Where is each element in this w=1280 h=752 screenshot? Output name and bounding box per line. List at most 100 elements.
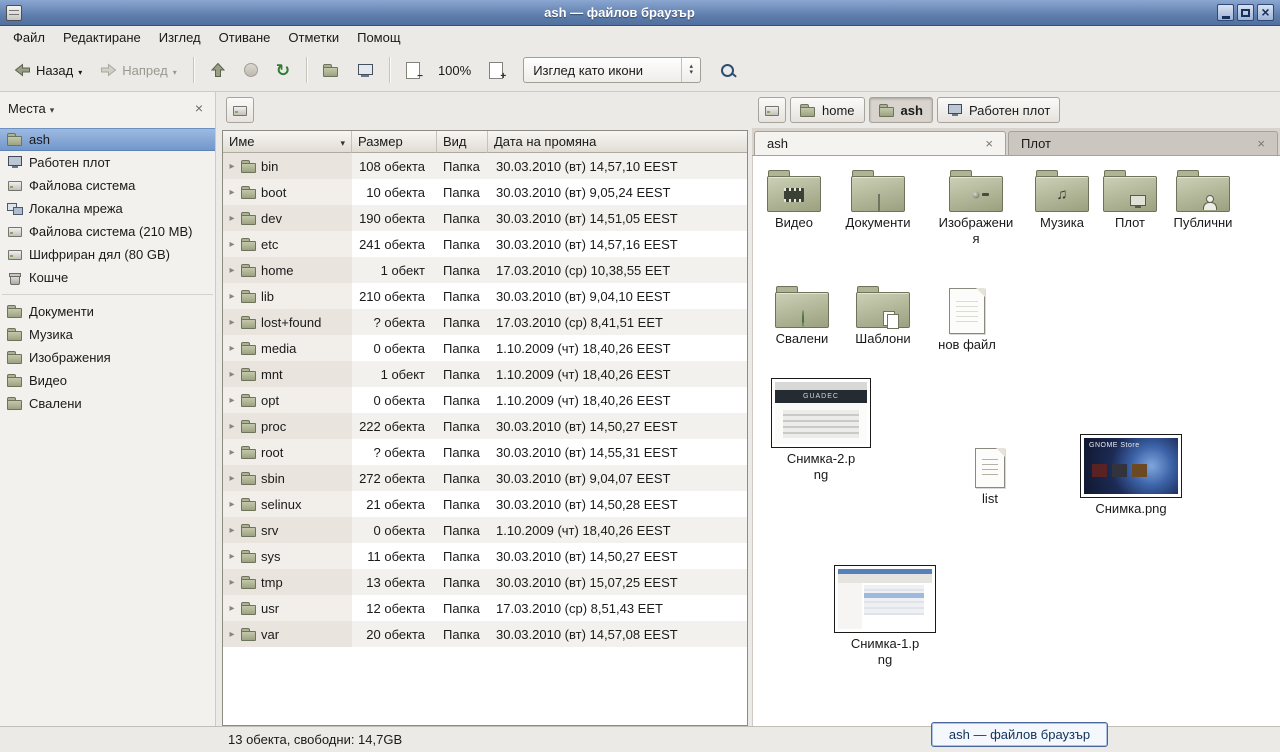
expander-icon[interactable] [227,551,237,562]
icon-canvas[interactable]: Видео Документи Изображения Музика [752,156,1280,726]
expander-icon[interactable] [227,239,237,250]
places-selector[interactable]: Места [8,101,46,116]
pathbar-desktop-button[interactable]: Работен плот [937,97,1060,123]
sidebar-close-button[interactable] [191,100,207,116]
folder-desktop[interactable]: Плот [1092,170,1168,231]
expander-icon[interactable] [227,629,237,640]
file-row[interactable]: sys 11 обекта Папка 30.03.2010 (вт) 14,5… [223,543,747,569]
sidebar-item-downloads[interactable]: Свалени [0,392,215,415]
view-mode-select[interactable]: Изглед като икони [523,57,701,83]
expander-icon[interactable] [227,369,237,380]
file-row[interactable]: root ? обекта Папка 30.03.2010 (вт) 14,5… [223,439,747,465]
sidebar-item-trash[interactable]: Кошче [0,266,215,289]
file-row[interactable]: home 1 обект Папка 17.03.2010 (ср) 10,38… [223,257,747,283]
maximize-button[interactable] [1237,4,1254,21]
file-row[interactable]: lib 210 обекта Папка 30.03.2010 (вт) 9,0… [223,283,747,309]
file-new-file[interactable]: нов файл [929,288,1005,353]
sidebar-item-music[interactable]: Музика [0,323,215,346]
pathbar-home-button[interactable]: home [790,97,865,123]
expander-icon[interactable] [227,343,237,354]
pathbar-filesystem-button[interactable] [758,97,786,123]
column-header-size[interactable]: Размер [352,131,437,153]
file-row[interactable]: sbin 272 обекта Папка 30.03.2010 (вт) 9,… [223,465,747,491]
expander-icon[interactable] [227,395,237,406]
sidebar-item-network[interactable]: Локална мрежа [0,197,215,220]
zoom-in-button[interactable]: + [481,55,511,85]
expander-icon[interactable] [227,317,237,328]
folder-music[interactable]: Музика [1024,170,1100,231]
sidebar-item-documents[interactable]: Документи [0,300,215,323]
menu-edit[interactable]: Редактиране [54,28,150,47]
file-row[interactable]: mnt 1 обект Папка 1.10.2009 (чт) 18,40,2… [223,361,747,387]
folder-downloads[interactable]: Свалени [764,286,840,347]
menu-go[interactable]: Отиване [210,28,280,47]
folder-documents[interactable]: Документи [840,170,916,231]
column-header-name[interactable]: Име [223,131,352,153]
folder-templates[interactable]: Шаблони [845,286,921,347]
sidebar-item-desktop[interactable]: Работен плот [0,151,215,174]
sidebar-item-pictures[interactable]: Изображения [0,346,215,369]
tab-ash[interactable]: ash [754,131,1006,155]
reload-button[interactable]: ↻ [268,55,298,85]
search-button[interactable] [713,55,742,85]
menu-view[interactable]: Изглед [150,28,210,47]
back-history-arrow-icon[interactable] [78,63,82,78]
column-header-date[interactable]: Дата на промяна [488,131,747,153]
tab-close-icon[interactable] [1249,136,1265,151]
folder-video[interactable]: Видео [756,170,832,231]
minimize-button[interactable] [1217,4,1234,21]
expander-icon[interactable] [227,473,237,484]
expander-icon[interactable] [227,421,237,432]
sidebar-item-video[interactable]: Видео [0,369,215,392]
expander-icon[interactable] [227,525,237,536]
expander-icon[interactable] [227,447,237,458]
file-snimka-2-png[interactable]: GUADEC Снимка-2.png [771,378,871,482]
sidebar-item-encrypted-80gb[interactable]: Шифриран дял (80 GB) [0,243,215,266]
up-button[interactable] [202,55,234,85]
file-row[interactable]: proc 222 обекта Папка 30.03.2010 (вт) 14… [223,413,747,439]
close-button[interactable] [1257,4,1274,21]
file-row[interactable]: media 0 обекта Папка 1.10.2009 (чт) 18,4… [223,335,747,361]
column-header-type[interactable]: Вид [437,131,488,153]
file-row[interactable]: opt 0 обекта Папка 1.10.2009 (чт) 18,40,… [223,387,747,413]
expander-icon[interactable] [227,187,237,198]
file-row[interactable]: bin 108 обекта Папка 30.03.2010 (вт) 14,… [223,153,747,179]
file-row[interactable]: etc 241 обекта Папка 30.03.2010 (вт) 14,… [223,231,747,257]
folder-public[interactable]: Публични [1165,170,1241,231]
file-list-document[interactable]: list [952,448,1028,507]
computer-button[interactable] [349,55,381,85]
file-row[interactable]: selinux 21 обекта Папка 30.03.2010 (вт) … [223,491,747,517]
tab-plot[interactable]: Плот [1008,131,1278,155]
taskbar-window-button[interactable]: ash — файлов браузър [931,722,1108,747]
expander-icon[interactable] [227,291,237,302]
file-row[interactable]: boot 10 обекта Папка 30.03.2010 (вт) 9,0… [223,179,747,205]
expander-icon[interactable] [227,499,237,510]
pathbar-ash-button[interactable]: ash [869,97,933,123]
sidebar-item-filesystem[interactable]: Файлова система [0,174,215,197]
expander-icon[interactable] [227,603,237,614]
menu-file[interactable]: Файл [4,28,54,47]
titlebar[interactable]: ash — файлов браузър [0,0,1280,26]
file-row[interactable]: tmp 13 обекта Папка 30.03.2010 (вт) 15,0… [223,569,747,595]
places-caret-icon[interactable] [50,101,55,116]
forward-button[interactable]: Напред [92,55,184,85]
file-row[interactable]: usr 12 обекта Папка 17.03.2010 (ср) 8,51… [223,595,747,621]
file-row[interactable]: srv 0 обекта Папка 1.10.2009 (чт) 18,40,… [223,517,747,543]
folder-pictures[interactable]: Изображения [938,170,1014,246]
menu-help[interactable]: Помощ [348,28,409,47]
file-snimka-1-png[interactable]: Снимка-1.png [835,565,935,667]
back-button[interactable]: Назад [6,55,90,85]
stop-button[interactable] [236,55,266,85]
sidebar-item-filesystem-210mb[interactable]: Файлова система (210 MB) [0,220,215,243]
tab-close-icon[interactable] [977,136,993,151]
expander-icon[interactable] [227,265,237,276]
file-row[interactable]: dev 190 обекта Папка 30.03.2010 (вт) 14,… [223,205,747,231]
expander-icon[interactable] [227,577,237,588]
expander-icon[interactable] [227,213,237,224]
pathbar-root-button[interactable] [226,97,254,123]
file-row[interactable]: lost+found ? обекта Папка 17.03.2010 (ср… [223,309,747,335]
menu-bookmarks[interactable]: Отметки [279,28,348,47]
expander-icon[interactable] [227,161,237,172]
sidebar-item-ash[interactable]: ash [0,128,215,151]
zoom-out-button[interactable]: − [398,55,428,85]
